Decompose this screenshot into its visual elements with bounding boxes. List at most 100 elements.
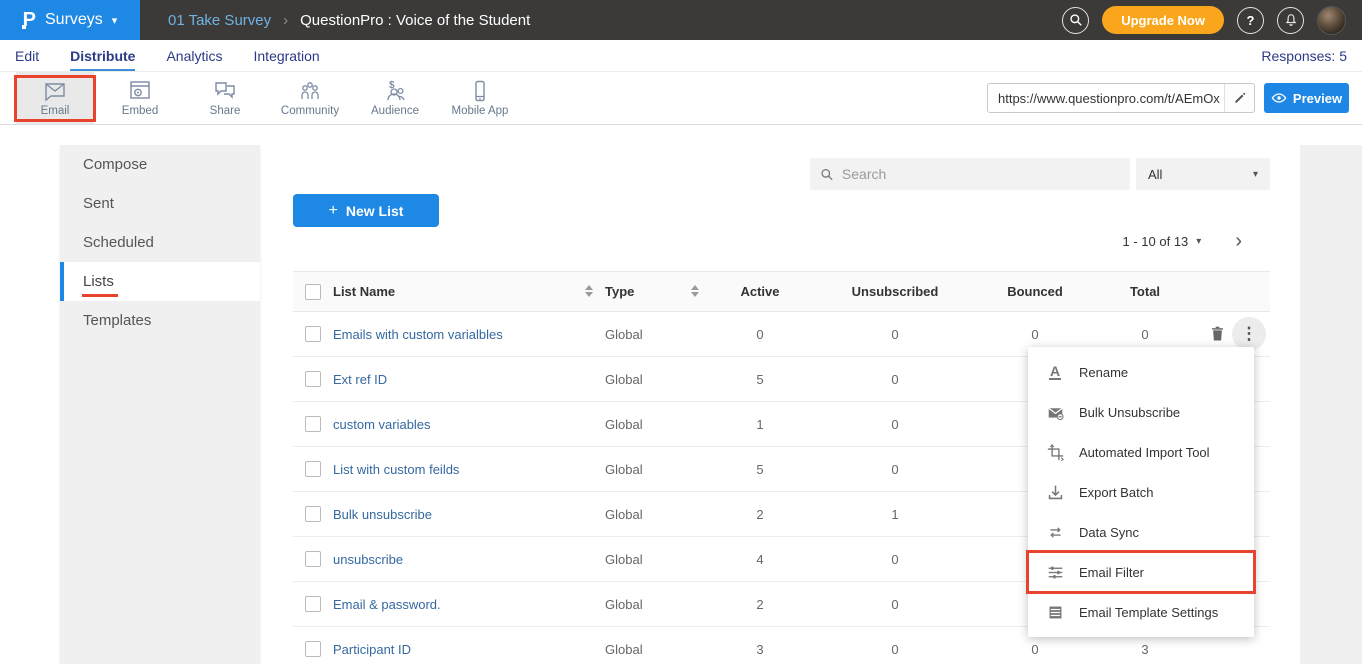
sidebar-item-lists[interactable]: Lists (60, 262, 260, 301)
trash-icon (1210, 326, 1225, 342)
list-name-link[interactable]: custom variables (333, 417, 431, 432)
tab-analytics[interactable]: Analytics (166, 40, 222, 71)
list-name-link[interactable]: Bulk unsubscribe (333, 507, 432, 522)
automated-import-icon (1046, 443, 1064, 461)
list-name-link[interactable]: Ext ref ID (333, 372, 387, 387)
menu-item-bulk-unsubscribe[interactable]: Bulk Unsubscribe (1028, 392, 1254, 432)
tab-integration[interactable]: Integration (254, 40, 320, 71)
active-count[interactable]: 2 (705, 582, 815, 627)
list-filter-dropdown[interactable]: All ▾ (1136, 158, 1270, 190)
sort-icon[interactable] (691, 285, 699, 297)
channel-audience[interactable]: $ Audience (356, 72, 434, 124)
list-type: Global (599, 402, 705, 447)
row-checkbox[interactable] (305, 551, 321, 567)
row-checkbox[interactable] (305, 326, 321, 342)
distribute-channel-bar: Email Embed Share Community $ Audience M… (0, 72, 1362, 125)
sidebar-item-compose[interactable]: Compose (60, 145, 260, 184)
main-area: Compose Sent Scheduled Lists Templates A… (0, 125, 1362, 664)
new-list-button[interactable]: + New List (293, 194, 439, 227)
row-checkbox[interactable] (305, 461, 321, 477)
preview-label: Preview (1293, 91, 1342, 106)
notifications-button[interactable] (1277, 7, 1304, 34)
menu-item-export-batch[interactable]: Export Batch (1028, 472, 1254, 512)
tab-distribute[interactable]: Distribute (70, 40, 135, 71)
survey-url-input[interactable] (987, 83, 1255, 113)
list-row-context-menu: A Rename Bulk Unsubscribe Automated Impo… (1028, 347, 1254, 637)
list-name-link[interactable]: Participant ID (333, 642, 411, 657)
unsubscribed-count: 0 (815, 447, 975, 492)
delete-list-button[interactable] (1204, 321, 1230, 347)
menu-item-rename[interactable]: A Rename (1028, 352, 1254, 392)
header-actions: Upgrade Now ? (1062, 6, 1362, 35)
breadcrumb: 01 Take Survey › QuestionPro : Voice of … (168, 12, 530, 29)
menu-item-email-template-settings[interactable]: Email Template Settings (1028, 592, 1254, 632)
data-sync-icon (1046, 523, 1064, 541)
channel-embed[interactable]: Embed (101, 72, 179, 124)
channel-share[interactable]: Share (186, 72, 264, 124)
menu-item-email-filter[interactable]: Email Filter (1028, 552, 1254, 592)
active-count[interactable]: 3 (705, 627, 815, 664)
row-checkbox[interactable] (305, 506, 321, 522)
row-checkbox[interactable] (305, 641, 321, 657)
active-count[interactable]: 1 (705, 402, 815, 447)
question-mark-icon: ? (1247, 13, 1255, 28)
preview-button[interactable]: Preview (1264, 83, 1349, 113)
chevron-down-icon: ▾ (112, 14, 118, 27)
sort-icon[interactable] (585, 285, 593, 297)
help-button[interactable]: ? (1237, 7, 1264, 34)
row-checkbox[interactable] (305, 371, 321, 387)
unsubscribed-count: 0 (815, 357, 975, 402)
unsubscribed-count: 0 (815, 402, 975, 447)
list-name-link[interactable]: Email & password. (333, 597, 441, 612)
list-name-link[interactable]: unsubscribe (333, 552, 403, 567)
search-input[interactable] (842, 166, 1120, 182)
list-name-link[interactable]: Emails with custom varialbles (333, 327, 503, 342)
column-header-list-name[interactable]: List Name (333, 272, 599, 312)
channel-community[interactable]: Community (271, 72, 349, 124)
next-page-button[interactable]: › (1235, 231, 1242, 251)
pagination: 1 - 10 of 13 ▾ › (1123, 231, 1242, 251)
active-count[interactable]: 5 (705, 447, 815, 492)
product-switcher[interactable]: P Surveys ▾ (0, 0, 140, 40)
channel-email[interactable]: Email (16, 72, 94, 124)
search-button[interactable] (1062, 7, 1089, 34)
survey-url-group (987, 83, 1255, 113)
eye-icon (1271, 92, 1287, 104)
column-header-unsubscribed: Unsubscribed (815, 272, 975, 312)
row-checkbox[interactable] (305, 596, 321, 612)
list-name-link[interactable]: List with custom feilds (333, 462, 459, 477)
survey-nav: Edit Distribute Analytics Integration Re… (0, 40, 1362, 72)
edit-url-button[interactable] (1224, 84, 1254, 112)
active-count[interactable]: 2 (705, 492, 815, 537)
unsubscribed-count: 1 (815, 492, 975, 537)
page-background-gutter (1300, 145, 1362, 664)
sidebar-item-scheduled[interactable]: Scheduled (60, 223, 260, 262)
breadcrumb-folder[interactable]: 01 Take Survey (168, 12, 271, 29)
upgrade-now-button[interactable]: Upgrade Now (1102, 6, 1224, 34)
active-count[interactable]: 4 (705, 537, 815, 582)
channel-mobile-app[interactable]: Mobile App (441, 72, 519, 124)
active-count[interactable]: 0 (705, 312, 815, 357)
row-menu-button[interactable]: ⋮ (1232, 317, 1266, 351)
chevron-down-icon: ▾ (1253, 169, 1258, 180)
list-type: Global (599, 492, 705, 537)
page-range-dropdown[interactable]: 1 - 10 of 13 ▾ (1123, 234, 1202, 249)
bell-icon (1284, 13, 1298, 27)
column-header-type[interactable]: Type (599, 272, 705, 312)
email-icon (43, 80, 67, 102)
channel-label: Share (210, 105, 241, 117)
share-icon (213, 80, 237, 102)
sidebar-item-sent[interactable]: Sent (60, 184, 260, 223)
row-checkbox[interactable] (305, 416, 321, 432)
new-list-label: New List (346, 203, 404, 219)
user-avatar[interactable] (1317, 6, 1346, 35)
list-type: Global (599, 357, 705, 402)
select-all-checkbox[interactable] (305, 284, 321, 300)
sidebar-item-templates[interactable]: Templates (60, 301, 260, 340)
menu-item-automated-import-tool[interactable]: Automated Import Tool (1028, 432, 1254, 472)
nav-tabs: Edit Distribute Analytics Integration (15, 40, 320, 71)
tab-edit[interactable]: Edit (15, 40, 39, 71)
responses-count[interactable]: Responses: 5 (1261, 48, 1347, 64)
menu-item-data-sync[interactable]: Data Sync (1028, 512, 1254, 552)
active-count[interactable]: 5 (705, 357, 815, 402)
